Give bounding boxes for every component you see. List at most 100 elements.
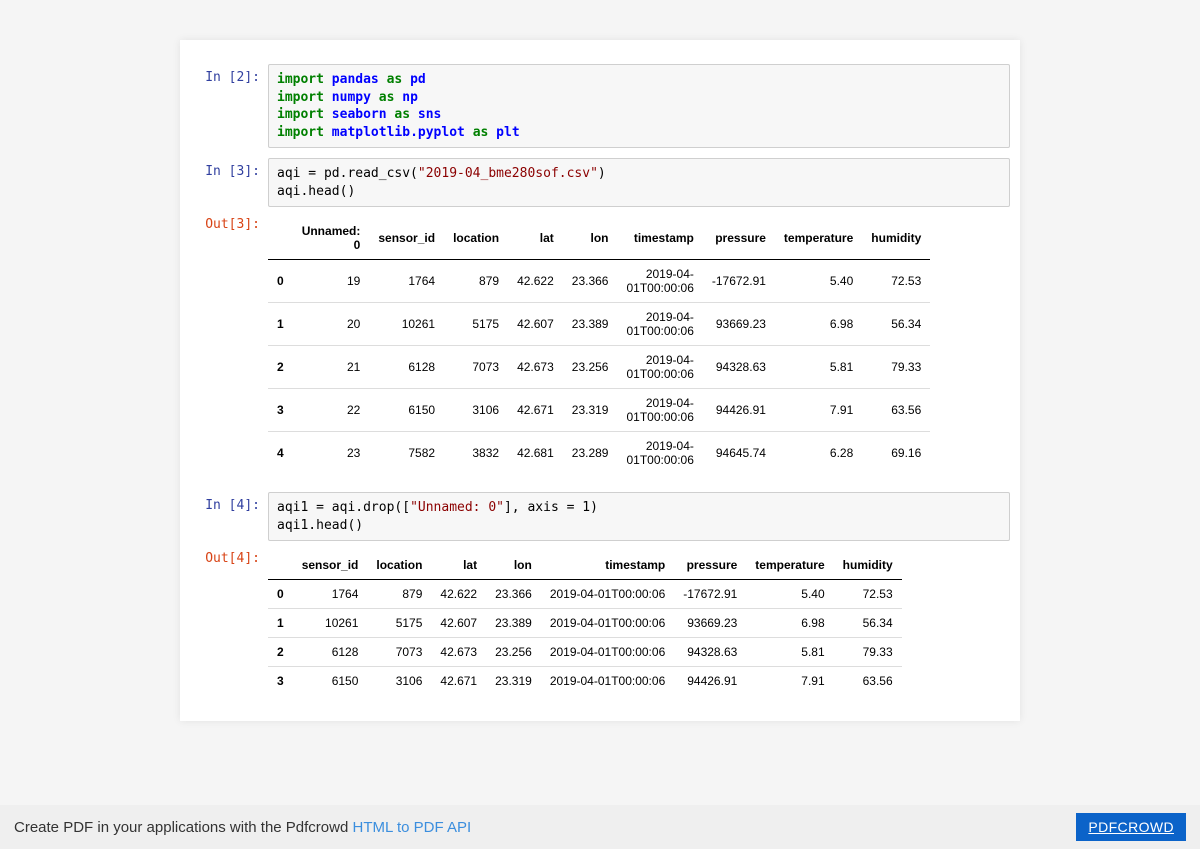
col-unnamed: Unnamed: 0 [293,217,370,260]
col-lat: lat [508,217,563,260]
cell: 63.56 [834,667,902,696]
cell: -17672.91 [674,580,746,609]
cell-in-3: In [3]: aqi = pd.read_csv("2019-04_bme28… [190,158,1010,207]
cell: 2 [268,638,293,667]
col-pressure: pressure [674,551,746,580]
cell: 94645.74 [703,432,775,475]
cell: 72.53 [834,580,902,609]
cell: 63.56 [862,389,930,432]
cell: 2019-04-01T00:00:06 [617,260,702,303]
cell: 42.673 [508,346,563,389]
table-row: 4237582383242.68123.2892019-04-01T00:00:… [268,432,930,475]
cell: 4 [268,432,293,475]
table-row: 110261517542.60723.3892019-04-01T00:00:0… [268,609,902,638]
cell: 2 [268,346,293,389]
cell: 6.98 [775,303,862,346]
cell: 93669.23 [674,609,746,638]
cell: 3106 [367,667,431,696]
cell: 10261 [369,303,444,346]
col-sensorid: sensor_id [293,551,368,580]
col-lat: lat [431,551,486,580]
prompt-in-3: In [3]: [190,158,268,207]
table-row: 0176487942.62223.3662019-04-01T00:00:06-… [268,580,902,609]
notebook-container: In [2]: import pandas as pd import numpy… [180,40,1020,721]
table-row: 2216128707342.67323.2562019-04-01T00:00:… [268,346,930,389]
dataframe-out3: Unnamed: 0 sensor_id location lat lon ti… [268,217,930,474]
cell: 7582 [369,432,444,475]
cell: 42.673 [431,638,486,667]
table-row: 3226150310642.67123.3192019-04-01T00:00:… [268,389,930,432]
cell: 5175 [444,303,508,346]
cell: 3 [268,667,293,696]
cell: 5.81 [775,346,862,389]
cell: 5.40 [775,260,862,303]
cell: 69.16 [862,432,930,475]
cell: 1764 [369,260,444,303]
col-sensorid: sensor_id [369,217,444,260]
pdfcrowd-footer: Create PDF in your applications with the… [0,805,1200,849]
code-block-in-2: import pandas as pd import numpy as np i… [268,64,1010,148]
col-humidity: humidity [834,551,902,580]
code-block-in-3: aqi = pd.read_csv("2019-04_bme280sof.csv… [268,158,1010,207]
cell: 20 [293,303,370,346]
cell: 42.607 [431,609,486,638]
cell-out-3: Out[3]: Unnamed: 0 sensor_id location la… [190,211,1010,486]
cell: 42.622 [508,260,563,303]
cell: 879 [444,260,508,303]
cell: 2019-04-01T00:00:06 [541,580,674,609]
html-to-pdf-api-link[interactable]: HTML to PDF API [353,819,472,836]
cell: 6128 [293,638,368,667]
table-header-row: Unnamed: 0 sensor_id location lat lon ti… [268,217,930,260]
cell: 2019-04-01T00:00:06 [617,303,702,346]
col-location: location [367,551,431,580]
cell: 42.671 [508,389,563,432]
cell: 23.389 [486,609,541,638]
table-row: 36150310642.67123.3192019-04-01T00:00:06… [268,667,902,696]
cell: 42.681 [508,432,563,475]
cell: 56.34 [862,303,930,346]
cell: 1 [268,303,293,346]
cell: 5175 [367,609,431,638]
cell: 23.366 [486,580,541,609]
prompt-in-2: In [2]: [190,64,268,148]
cell: 72.53 [862,260,930,303]
cell: 879 [367,580,431,609]
cell: 79.33 [834,638,902,667]
cell: 23.289 [563,432,618,475]
col-temp: temperature [775,217,862,260]
cell: 19 [293,260,370,303]
col-timestamp: timestamp [541,551,674,580]
table-header-row: sensor_id location lat lon timestamp pre… [268,551,902,580]
footer-text: Create PDF in your applications with the… [14,819,471,836]
cell-in-4: In [4]: aqi1 = aqi.drop(["Unnamed: 0"], … [190,492,1010,541]
cell: 79.33 [862,346,930,389]
dataframe-out4: sensor_id location lat lon timestamp pre… [268,551,902,695]
cell: 3832 [444,432,508,475]
cell: 23.319 [563,389,618,432]
cell: 23.366 [563,260,618,303]
cell: 6150 [293,667,368,696]
cell: 1 [268,609,293,638]
cell: 23 [293,432,370,475]
cell: 94328.63 [674,638,746,667]
col-timestamp: timestamp [617,217,702,260]
cell: 2019-04-01T00:00:06 [617,432,702,475]
cell: 10261 [293,609,368,638]
cell: 7073 [367,638,431,667]
cell: 23.319 [486,667,541,696]
cell: 6.28 [775,432,862,475]
col-location: location [444,217,508,260]
prompt-out-3: Out[3]: [190,211,268,486]
cell: 2019-04-01T00:00:06 [541,638,674,667]
cell: 6150 [369,389,444,432]
pdfcrowd-badge[interactable]: PDFCROWD [1076,813,1186,841]
table-row: 019176487942.62223.3662019-04-01T00:00:0… [268,260,930,303]
cell: 7.91 [746,667,833,696]
col-humidity: humidity [862,217,930,260]
cell: 94328.63 [703,346,775,389]
cell: 42.607 [508,303,563,346]
cell: 3 [268,389,293,432]
cell: 3106 [444,389,508,432]
code-block-in-4: aqi1 = aqi.drop(["Unnamed: 0"], axis = 1… [268,492,1010,541]
col-lon: lon [563,217,618,260]
